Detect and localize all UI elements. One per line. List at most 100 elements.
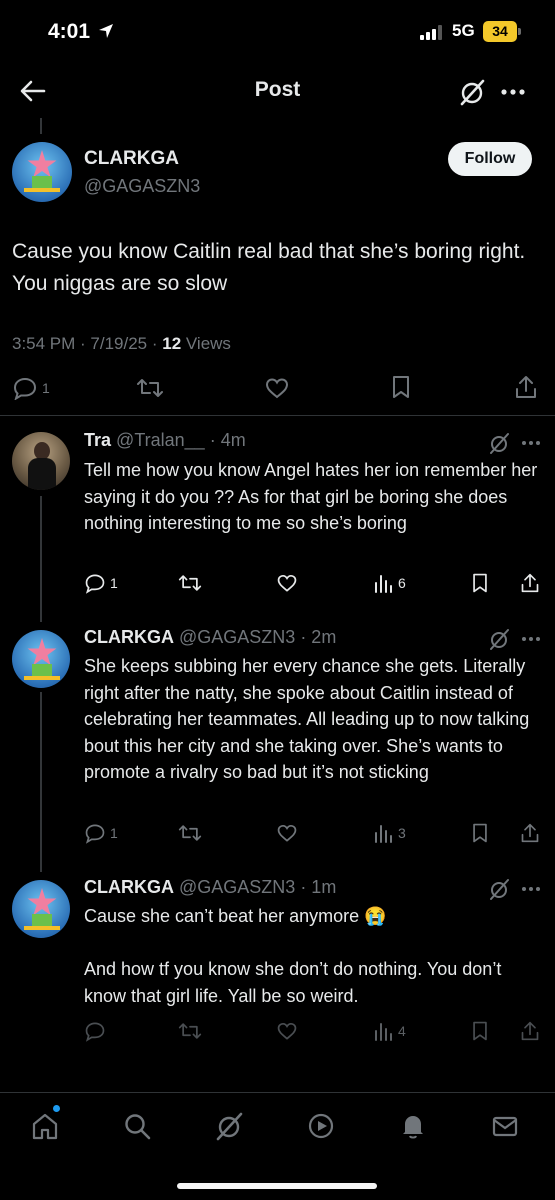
notification-dot (53, 1105, 60, 1112)
reply-text: And how tf you know she don’t do nothing… (84, 959, 502, 1006)
views-icon (375, 1023, 392, 1041)
bookmark-icon (393, 376, 409, 398)
follow-button[interactable]: Follow (448, 142, 532, 176)
like-button[interactable] (276, 822, 298, 844)
share-button[interactable] (514, 374, 538, 400)
grok-icon[interactable] (458, 78, 486, 106)
signal-icon (420, 24, 448, 40)
divider (0, 415, 555, 416)
search-icon[interactable] (122, 1111, 152, 1141)
avatar[interactable] (12, 880, 70, 938)
reply-button[interactable] (84, 1020, 106, 1042)
reply-action-bar: 1 3 (84, 822, 544, 846)
notifications-icon[interactable] (398, 1111, 428, 1141)
grok-icon[interactable] (488, 878, 510, 900)
heart-icon (265, 378, 289, 399)
reply-icon (85, 824, 105, 844)
bookmark-button[interactable] (390, 374, 412, 400)
more-options-icon[interactable] (520, 628, 542, 650)
reply-author-name[interactable]: CLARKGA (84, 627, 174, 647)
status-bar: 4:01 5G 34 (0, 0, 555, 60)
repost-icon (178, 825, 202, 841)
views-button[interactable]: 3 (374, 822, 406, 844)
share-button[interactable] (520, 572, 540, 594)
reply-button[interactable]: 1 (84, 822, 118, 844)
views-count: 12 (162, 334, 182, 353)
views-count: 3 (398, 825, 406, 841)
repost-button[interactable] (178, 1020, 202, 1042)
reply-header: Tra @Tralan__ · 4m (84, 430, 246, 451)
bookmark-button[interactable] (470, 1020, 490, 1042)
reply-author-handle[interactable]: @GAGASZN3 · 1m (179, 877, 336, 897)
reply-icon (85, 574, 105, 594)
bookmark-button[interactable] (470, 572, 490, 594)
more-options-icon[interactable] (520, 432, 542, 454)
views-count: 4 (398, 1023, 406, 1039)
repost-button[interactable] (178, 822, 202, 844)
heart-icon (277, 574, 297, 592)
views-label: Views (181, 334, 231, 353)
reply-icon (13, 377, 37, 400)
heart-icon (277, 1022, 297, 1040)
reply-author-handle[interactable]: @GAGASZN3 · 2m (179, 627, 336, 647)
views-icon (375, 575, 392, 593)
avatar[interactable] (12, 630, 70, 688)
battery-icon: 34 (483, 21, 517, 42)
reply-action-bar: 4 (84, 1020, 544, 1044)
reply-author-name[interactable]: Tra (84, 430, 111, 450)
top-bar: Post (0, 60, 555, 120)
share-icon (521, 573, 539, 593)
reply-icon (85, 1022, 105, 1042)
views-icon (375, 825, 392, 843)
author-handle[interactable]: @GAGASZN3 (84, 176, 200, 197)
grok-icon[interactable] (214, 1111, 244, 1141)
avatar[interactable] (12, 142, 72, 202)
share-icon (521, 823, 539, 843)
post-text: Cause you know Caitlin real bad that she… (12, 240, 526, 295)
views-button[interactable]: 4 (374, 1020, 406, 1042)
author-name[interactable]: CLARKGA (84, 148, 179, 170)
thread-line (40, 496, 42, 622)
grok-icon[interactable] (488, 432, 510, 454)
more-options-icon[interactable] (498, 78, 528, 106)
network-type: 5G (452, 21, 475, 40)
reply-count: 1 (42, 380, 50, 396)
reply-header: CLARKGA @GAGASZN3 · 2m (84, 627, 336, 648)
status-time: 4:01 (48, 20, 91, 43)
like-button[interactable] (264, 376, 290, 400)
reply-count: 1 (110, 575, 118, 591)
post-action-bar: 1 (0, 370, 555, 406)
reply-text: She keeps subbing her every chance she g… (84, 656, 530, 782)
repost-button[interactable] (178, 572, 202, 594)
reply-button[interactable]: 1 (12, 376, 50, 400)
share-button[interactable] (520, 1020, 540, 1042)
home-icon[interactable] (30, 1111, 60, 1141)
post-meta: 3:54 PM · 7/19/25 · 12 Views (12, 334, 231, 354)
bookmark-icon (473, 1021, 487, 1041)
reply-author-handle[interactable]: @Tralan__ · 4m (116, 430, 246, 450)
reply-action-bar: 1 6 (84, 572, 544, 596)
bookmark-button[interactable] (470, 822, 490, 844)
share-icon (521, 1021, 539, 1041)
repost-icon (178, 1023, 202, 1039)
like-button[interactable] (276, 1020, 298, 1042)
share-icon (516, 376, 536, 398)
like-button[interactable] (276, 572, 298, 594)
repost-button[interactable] (136, 376, 164, 400)
views-button[interactable]: 6 (374, 572, 406, 594)
reply-header: CLARKGA @GAGASZN3 · 1m (84, 877, 336, 898)
reply-text: Cause she can’t beat her anymore 😭 (84, 906, 387, 926)
messages-icon[interactable] (490, 1111, 520, 1141)
home-indicator (177, 1183, 377, 1189)
share-button[interactable] (520, 822, 540, 844)
repost-icon (137, 379, 163, 397)
reply-author-name[interactable]: CLARKGA (84, 877, 174, 897)
thread-line (40, 692, 42, 872)
reply-button[interactable]: 1 (84, 572, 118, 594)
reply-text: Tell me how you know Angel hates her ion… (84, 460, 538, 533)
video-icon[interactable] (306, 1111, 336, 1141)
grok-icon[interactable] (488, 628, 510, 650)
more-options-icon[interactable] (520, 878, 542, 900)
avatar[interactable] (12, 432, 70, 490)
location-arrow-icon (99, 24, 113, 38)
